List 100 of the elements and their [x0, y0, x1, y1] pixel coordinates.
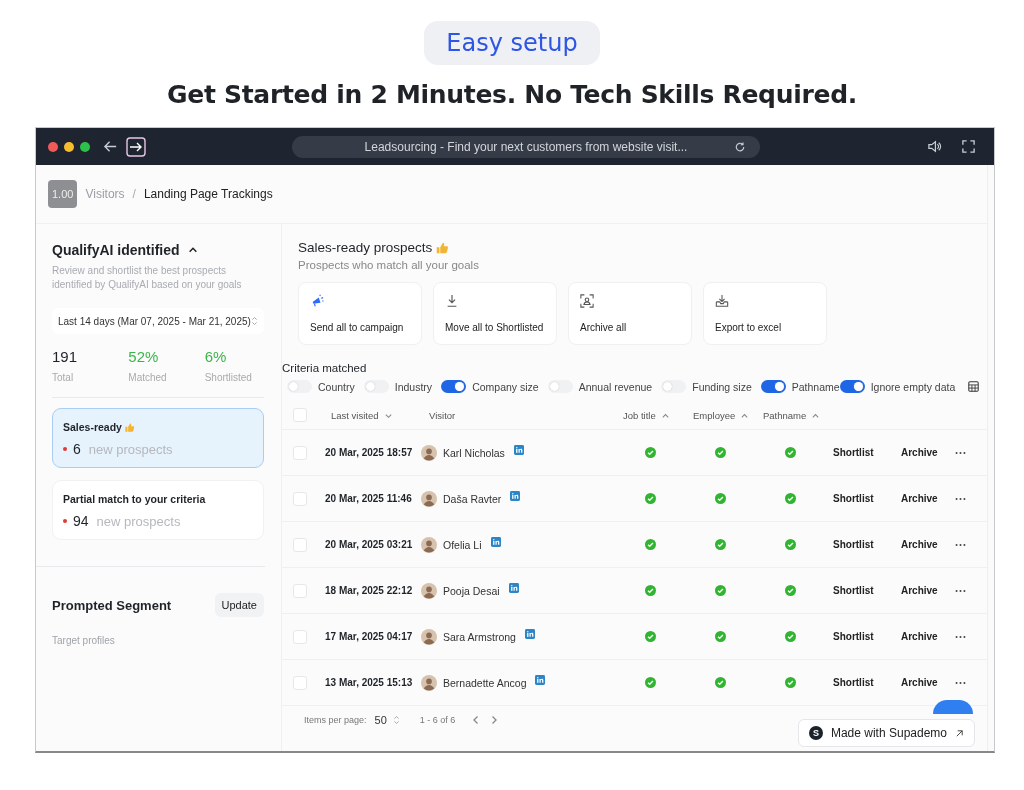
page-heading: Get Started in 2 Minutes. No Tech Skills Required.: [167, 80, 857, 109]
pager-label: Items per page:: [304, 715, 367, 725]
speaker-icon[interactable]: [927, 139, 942, 154]
speed-badge: 1.00: [48, 180, 78, 208]
archive-link[interactable]: Archive: [901, 631, 955, 642]
panel-title: QualifyAI identified: [52, 242, 180, 258]
archive-link[interactable]: Archive: [901, 677, 955, 688]
visit-date: 18 Mar, 2025 22:12: [325, 585, 414, 596]
shortlist-link[interactable]: Shortlist: [833, 447, 901, 458]
inbox-download-icon: [715, 294, 729, 308]
bullet-icon: [63, 519, 67, 523]
toggle-switch[interactable]: [363, 380, 389, 393]
stat-value: 52%: [128, 348, 160, 365]
update-button[interactable]: Update: [214, 593, 264, 617]
linkedin-icon[interactable]: [524, 628, 535, 639]
row-checkbox[interactable]: [293, 629, 307, 644]
visitor-name: Bernadette Ancog: [443, 676, 527, 689]
more-icon[interactable]: [955, 634, 966, 639]
visitor-name: Karl Nicholas: [443, 446, 505, 459]
segment-title: Sales-ready: [63, 421, 122, 433]
back-arrow-icon[interactable]: [103, 139, 118, 154]
toggle-switch[interactable]: [839, 380, 865, 393]
toggle-switch[interactable]: [661, 380, 687, 393]
action-card[interactable]: Move all to Shortlisted: [433, 282, 557, 345]
shortlist-link[interactable]: Shortlist: [833, 539, 901, 550]
linkedin-icon[interactable]: [508, 582, 519, 593]
visitor-name: Sara Armstrong: [443, 630, 516, 643]
shortlist-link[interactable]: Shortlist: [833, 677, 901, 688]
archive-link[interactable]: Archive: [901, 539, 955, 550]
supademo-badge[interactable]: S Made with Supademo: [797, 719, 975, 747]
column-header[interactable]: Visitor: [417, 409, 623, 421]
row-checkbox[interactable]: [293, 583, 307, 598]
avatar-icon: [421, 444, 437, 461]
per-page-select[interactable]: 50: [374, 714, 400, 726]
action-card[interactable]: Export to excel: [703, 282, 827, 345]
linkedin-icon[interactable]: [490, 536, 501, 547]
action-card[interactable]: Send all to campaign: [298, 282, 422, 345]
action-card[interactable]: Archive all: [568, 282, 692, 345]
more-icon[interactable]: [955, 496, 966, 501]
segment-card[interactable]: Sales-ready 6 new prospects: [52, 408, 264, 468]
more-icon[interactable]: [955, 542, 966, 547]
close-dot[interactable]: [48, 141, 58, 152]
more-icon[interactable]: [955, 588, 966, 593]
linkedin-icon[interactable]: [513, 444, 524, 455]
visit-date: 20 Mar, 2025 03:21: [325, 539, 414, 550]
minimize-dot[interactable]: [64, 141, 74, 152]
toggle-switch[interactable]: [287, 380, 312, 393]
table-settings-icon[interactable]: [968, 381, 980, 392]
archive-link[interactable]: Archive: [901, 493, 955, 504]
row-checkbox[interactable]: [293, 537, 307, 552]
date-range-select[interactable]: Last 14 days (Mar 07, 2025 - Mar 21, 2025): [52, 308, 264, 334]
archive-link[interactable]: Archive: [901, 447, 955, 458]
column-header[interactable]: Employee: [693, 409, 763, 421]
section-pill: Easy setup: [424, 21, 600, 65]
row-checkbox[interactable]: [293, 491, 307, 506]
toggle-switch[interactable]: [760, 380, 786, 393]
segment-caption: new prospects: [96, 513, 181, 529]
shortlist-link[interactable]: Shortlist: [833, 493, 901, 504]
fullscreen-icon[interactable]: [961, 139, 976, 154]
segment-count: 94: [73, 513, 89, 529]
row-checkbox[interactable]: [293, 675, 307, 690]
criteria-title: Criteria matched: [282, 362, 368, 374]
column-header[interactable]: Pathname: [763, 409, 833, 421]
archive-link[interactable]: Archive: [901, 585, 955, 596]
toggle-switch[interactable]: [441, 380, 467, 393]
stat-label: Shortlisted: [204, 372, 253, 383]
shortlist-link[interactable]: Shortlist: [833, 631, 901, 642]
toggle-label: Funding size: [692, 380, 752, 393]
collapse-chevron-icon[interactable]: [187, 245, 198, 255]
chat-bubble-button[interactable]: [933, 700, 973, 714]
visitor-name: Pooja Desai: [443, 584, 500, 597]
download-icon: [445, 294, 459, 308]
segment-card[interactable]: Partial match to your criteria 94 new prospects: [52, 480, 264, 540]
maximize-dot[interactable]: [80, 141, 90, 152]
address-bar[interactable]: Leadsourcing - Find your next customers from website visit...: [292, 135, 760, 158]
reload-icon[interactable]: [734, 140, 746, 153]
select-all-checkbox[interactable]: [293, 408, 307, 422]
visit-date: 20 Mar, 2025 11:46: [325, 493, 413, 504]
column-header[interactable]: Job title: [623, 409, 693, 421]
more-icon[interactable]: [955, 450, 966, 455]
section-title: Sales-ready prospects: [298, 240, 433, 255]
toggle-switch[interactable]: [547, 380, 573, 393]
visit-date: 13 Mar, 2025 15:13: [325, 677, 414, 688]
shortlist-link[interactable]: Shortlist: [833, 585, 901, 596]
avatar-icon: [421, 582, 437, 599]
column-header[interactable]: Last visited: [325, 409, 417, 421]
updown-icon: [251, 316, 258, 326]
stat-label: Matched: [128, 372, 168, 383]
linkedin-icon[interactable]: [535, 674, 546, 685]
updown-icon: [392, 715, 400, 725]
avatar-icon: [421, 536, 437, 553]
pager-range: 1 - 6 of 6: [419, 715, 456, 725]
linkedin-icon[interactable]: [510, 490, 521, 501]
stat-label: Total: [52, 372, 75, 383]
row-checkbox[interactable]: [293, 445, 307, 460]
more-icon[interactable]: [955, 680, 966, 685]
toggle-label: Company size: [472, 380, 539, 393]
section-subtitle: Target profiles: [52, 635, 116, 646]
visitor-name: Daša Ravter: [443, 492, 502, 505]
section-subtitle: Prospects who match all your goals: [298, 259, 480, 271]
